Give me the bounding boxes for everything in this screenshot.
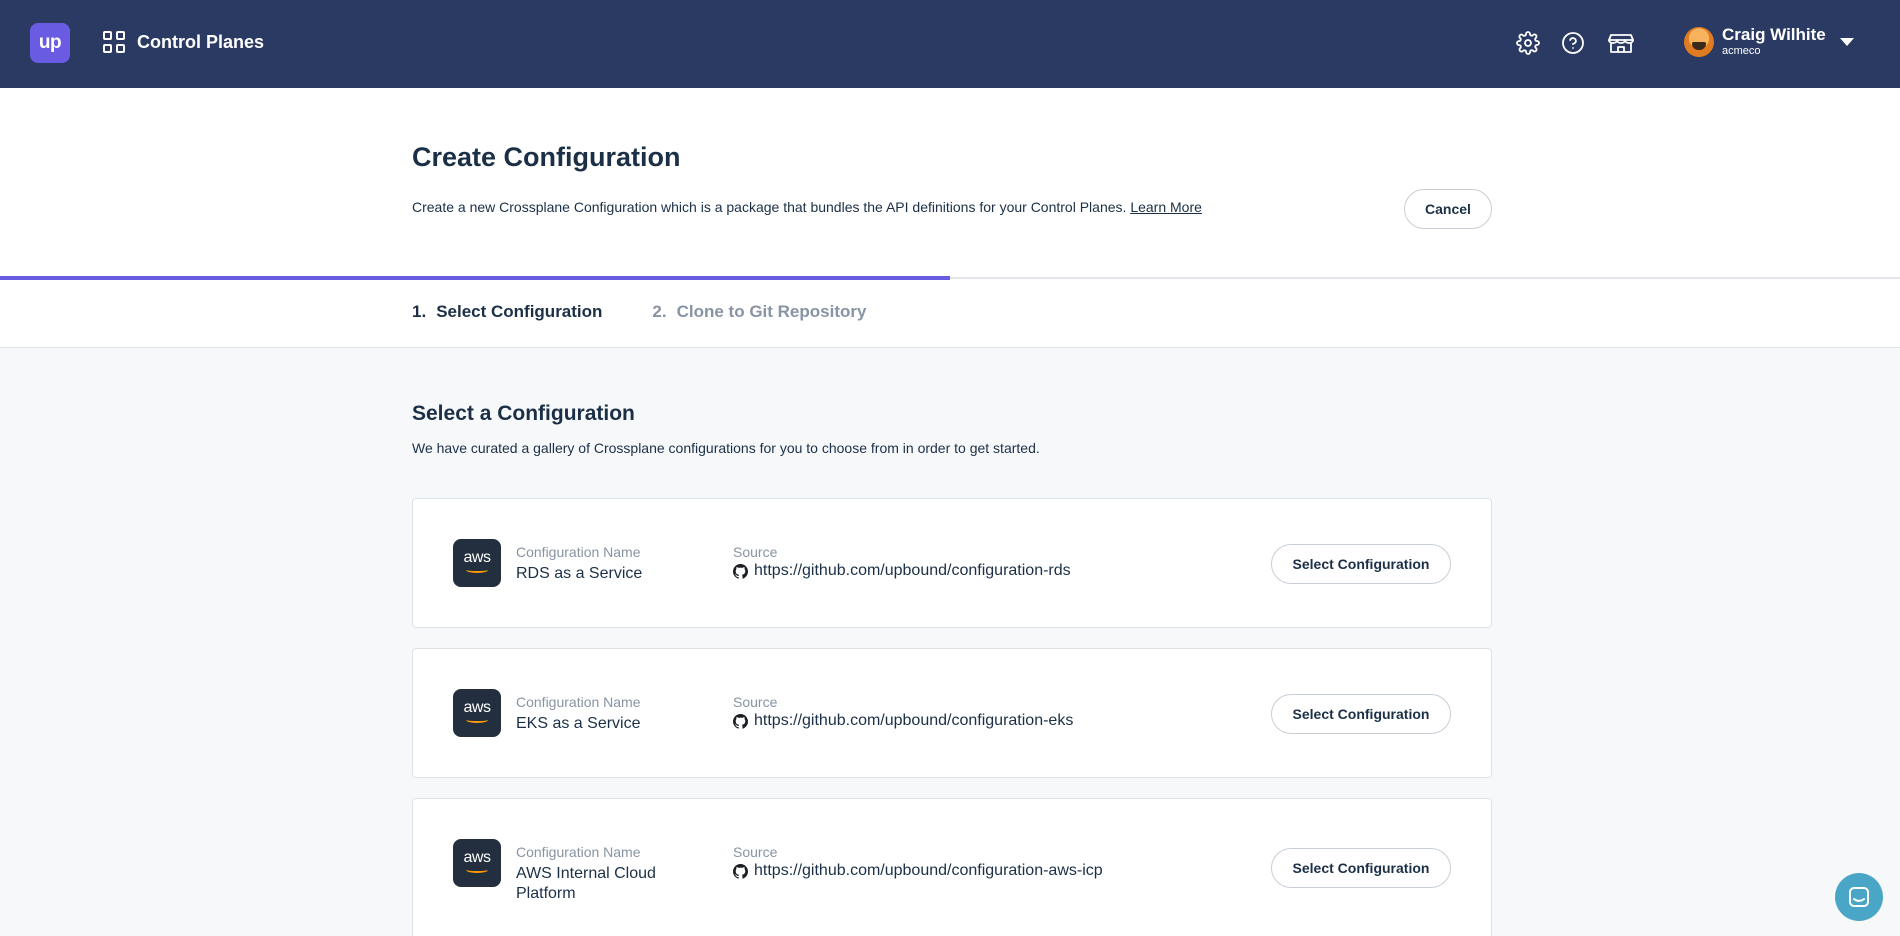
source-link[interactable]: https://github.com/upbound/configuration… [733,712,1073,730]
configuration-name-label: Configuration Name [516,694,641,710]
section-title: Select a Configuration [412,402,635,425]
source-link[interactable]: https://github.com/upbound/configuration… [733,562,1071,580]
divider [0,347,1900,348]
page-description-text: Create a new Crossplane Configuration wh… [412,199,1127,215]
configuration-card: aws Configuration Name EKS as a Service … [412,648,1492,778]
grid-icon [103,31,125,53]
marketplace-icon[interactable] [1608,31,1634,55]
stepper: 1. Select Configuration 2. Clone to Git Re… [412,302,866,322]
cancel-button[interactable]: Cancel [1404,189,1492,229]
configuration-name: AWS Internal Cloud [516,865,656,882]
chat-support-button[interactable] [1835,873,1883,921]
source-link[interactable]: https://github.com/upbound/configuration… [733,862,1103,880]
configuration-name-label: Configuration Name [516,544,641,560]
chevron-down-icon[interactable] [1839,37,1854,46]
select-configuration-button[interactable]: Select Configuration [1271,544,1451,584]
chat-icon [1849,887,1869,907]
source-url[interactable]: https://github.com/upbound/configuration… [754,562,1071,580]
step-number: 1. [412,302,427,321]
github-icon [733,713,748,729]
user-org: acmeco [1722,45,1761,57]
configuration-name: EKS as a Service [516,715,641,732]
github-icon [733,863,748,879]
configuration-card: aws Configuration Name RDS as a Service … [412,498,1492,628]
section-description: We have curated a gallery of Crossplane … [412,440,1040,456]
step-label: Clone to Git Repository [676,302,867,321]
configuration-name: RDS as a Service [516,565,643,582]
page-title: Create Configuration [412,142,681,172]
select-configuration-button[interactable]: Select Configuration [1271,848,1451,888]
source-label: Source [733,544,778,560]
configuration-card: aws Configuration Name AWS Internal Clou… [412,798,1492,936]
source-label: Source [733,694,778,710]
control-planes-label: Control Planes [137,31,265,52]
control-planes-nav[interactable]: Control Planes [103,31,264,53]
step-label: Select Configuration [436,302,603,321]
gear-icon[interactable] [1516,31,1540,55]
step-clone-to-git[interactable]: 2. Clone to Git Repository [652,302,866,322]
help-icon[interactable] [1561,31,1585,55]
progress-fill [0,276,950,280]
top-navigation-bar: up Control Planes Craig Wilhite acmeco [0,0,1900,88]
user-menu[interactable]: Craig Wilhite acmeco [1684,26,1854,57]
aws-logo: aws [453,539,501,587]
page-header: Create Configuration Create a new Crossp… [0,88,1900,348]
learn-more-link[interactable]: Learn More [1130,199,1202,215]
avatar [1684,26,1714,57]
step-select-configuration[interactable]: 1. Select Configuration [412,302,602,322]
aws-logo: aws [453,839,501,887]
source-label: Source [733,844,778,860]
step-number: 2. [652,302,667,321]
select-configuration-button[interactable]: Select Configuration [1271,694,1451,734]
github-icon [733,563,748,579]
source-url[interactable]: https://github.com/upbound/configuration… [754,862,1103,880]
aws-logo: aws [453,689,501,737]
user-name: Craig Wilhite [1722,25,1826,44]
upbound-logo[interactable]: up [30,23,70,63]
source-url[interactable]: https://github.com/upbound/configuration… [754,712,1073,730]
configuration-name-continued: Platform [516,885,576,902]
configuration-name-label: Configuration Name [516,844,641,860]
page-description: Create a new Crossplane Configuration wh… [412,199,1202,215]
